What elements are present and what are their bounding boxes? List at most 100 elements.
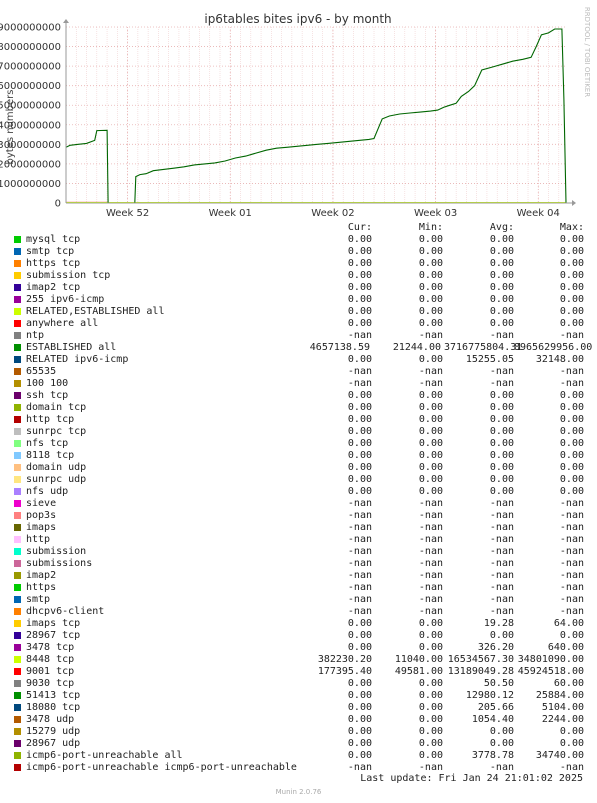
legend-cur: 0.00 [347,630,372,641]
legend-row: RELATED,ESTABLISHED all 0.00 0.00 0.00 0.00 [0,306,597,318]
legend-row: dhcpv6-client -nan -nan -nan -nan [0,606,597,618]
legend-swatch [14,764,21,771]
chart-area: ip6tables bites ipv6 - by month bytes nu… [0,7,591,219]
legend-cur: 0.00 [347,354,372,365]
legend-label: 28967 tcp [26,630,81,641]
legend-label: 8118 tcp [26,450,75,461]
legend-row: 3478 tcp 0.00 0.00 326.20 640.00 [0,642,597,654]
legend-min: 0.00 [418,630,443,641]
legend-max: 0.00 [559,414,584,425]
legend-swatch [14,296,21,303]
legend-max: 0.00 [559,438,584,449]
legend-max: 0.00 [559,390,584,401]
legend-min: 0.00 [418,642,443,653]
legend-min: -nan [418,498,443,509]
legend-avg: 0.00 [489,414,514,425]
legend-max: 0.00 [559,486,584,497]
legend-avg: -nan [489,498,514,509]
legend-max: 0.00 [559,474,584,485]
legend-avg: 13189049.28 [447,666,514,677]
legend-label: submissions [26,558,93,569]
legend-max: 0.00 [559,306,584,317]
legend-avg: -nan [489,534,514,545]
legend-avg: 0.00 [489,486,514,497]
legend-cur: 0.00 [347,618,372,629]
y-tick-label: 9000000000 [0,23,61,34]
legend-cur: -nan [347,510,372,521]
legend-avg: 50.50 [483,678,514,689]
legend-cur: -nan [347,534,372,545]
legend-label: submission [26,546,87,557]
legend-label: anywhere all [26,318,99,329]
legend-label: https [26,582,57,593]
legend-swatch [14,488,21,495]
legend-max: 0.00 [559,270,584,281]
plot-background [66,27,566,203]
legend-cur: 0.00 [347,234,372,245]
legend-avg: -nan [489,594,514,605]
legend-swatch [14,524,21,531]
legend-max: -nan [559,330,584,341]
legend-min: 0.00 [418,306,443,317]
legend-cur: 0.00 [347,714,372,725]
legend-row: 18080 tcp 0.00 0.00 205.66 5104.00 [0,702,597,714]
x-tick-label: Week 52 [106,208,149,219]
legend-row: nfs udp 0.00 0.00 0.00 0.00 [0,486,597,498]
legend-avg: 0.00 [489,426,514,437]
legend-label: imaps tcp [26,618,81,629]
legend-swatch [14,608,21,615]
legend-max: 0.00 [559,450,584,461]
legend-min: 0.00 [418,246,443,257]
legend-label: ESTABLISHED all [26,342,117,353]
legend-cur: 0.00 [347,438,372,449]
legend-max: 25884.00 [535,690,584,701]
legend-label: 3478 udp [26,714,75,725]
legend-row: submission tcp 0.00 0.00 0.00 0.00 [0,270,597,282]
legend-cur: 0.00 [347,690,372,701]
legend-row: http tcp 0.00 0.00 0.00 0.00 [0,414,597,426]
legend-min: 0.00 [418,738,443,749]
legend-row: ntp -nan -nan -nan -nan [0,330,597,342]
legend-avg: -nan [489,378,514,389]
legend-max: 0.00 [559,258,584,269]
legend-cur: 382230.20 [317,654,372,665]
rrdtool-watermark: RRDTOOL / TOBI OETIKER [583,7,591,97]
legend-min: 11040.00 [394,654,443,665]
legend-header: Cur: Min: Avg: Max: [0,222,597,234]
legend-cur: -nan [347,570,372,581]
legend-min: 0.00 [418,282,443,293]
legend-swatch [14,380,21,387]
legend-cur: 0.00 [347,402,372,413]
legend-max: 34740.00 [535,750,584,761]
legend-swatch [14,716,21,723]
legend-min: -nan [418,594,443,605]
x-tick-label: Week 04 [517,208,560,219]
legend-label: pop3s [26,510,57,521]
legend-min: -nan [418,570,443,581]
legend-cur: 177395.40 [317,666,372,677]
legend-max: 45924518.00 [517,666,584,677]
legend-max: 0.00 [559,426,584,437]
legend-row: ssh tcp 0.00 0.00 0.00 0.00 [0,390,597,402]
legend-label: 100 100 [26,378,69,389]
legend-max: -nan [559,606,584,617]
y-tick-label: 0 [55,199,61,210]
legend-cur: 0.00 [347,414,372,425]
legend-swatch [14,584,21,591]
legend-row: 100 100 -nan -nan -nan -nan [0,378,597,390]
legend-max: 0.00 [559,402,584,413]
legend-swatch [14,596,21,603]
legend-cur: 0.00 [347,426,372,437]
legend-swatch [14,356,21,363]
legend-swatch [14,416,21,423]
legend-max: 0.00 [559,234,584,245]
legend-swatch [14,632,21,639]
legend-min: -nan [418,546,443,557]
legend-avg: 0.00 [489,234,514,245]
legend-row: 65535 -nan -nan -nan -nan [0,366,597,378]
legend-swatch [14,428,21,435]
legend-max: -nan [559,594,584,605]
legend-avg: 0.00 [489,246,514,257]
legend-label: https tcp [26,258,81,269]
legend-row: submission -nan -nan -nan -nan [0,546,597,558]
